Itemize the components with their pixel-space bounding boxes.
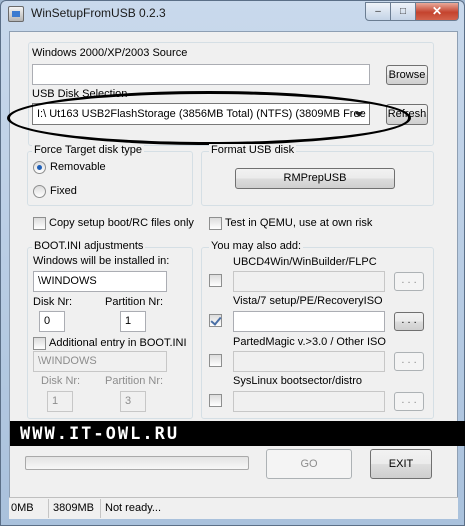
status-free: 3809MB bbox=[51, 499, 101, 518]
addon-syslinux-checkbox[interactable] bbox=[209, 394, 222, 407]
watermark-banner: WWW.IT-OWL.RU bbox=[10, 421, 465, 446]
copy-boot-checkbox[interactable] bbox=[33, 217, 46, 230]
format-label: Format USB disk bbox=[209, 144, 297, 156]
force-type-label: Force Target disk type bbox=[32, 144, 145, 156]
fixed-radio[interactable] bbox=[33, 185, 46, 198]
additional-entry-label: Additional entry in BOOT.INI bbox=[49, 337, 187, 349]
window-title: WinSetupFromUSB 0.2.3 bbox=[31, 6, 166, 20]
minimize-button[interactable]: – bbox=[365, 2, 391, 21]
status-total: 0MB bbox=[9, 499, 49, 518]
addon-syslinux-label: SysLinux bootsector/distro bbox=[233, 375, 363, 387]
addon-partedmagic-label: PartedMagic v.>3.0 / Other ISO bbox=[233, 336, 386, 348]
disk-nr-input[interactable]: 0 bbox=[39, 311, 65, 332]
usb-disk-selected: I:\ Ut163 USB2FlashStorage (3856MB Total… bbox=[37, 108, 366, 120]
app-icon bbox=[8, 6, 24, 22]
test-qemu-label: Test in QEMU, use at own risk bbox=[225, 217, 373, 229]
addon-partedmagic-browse-button[interactable]: . . . bbox=[394, 352, 424, 371]
copy-boot-label: Copy setup boot/RC files only bbox=[49, 217, 194, 229]
disk-nr-label: Disk Nr: bbox=[33, 296, 73, 308]
additional-entry-input[interactable]: \WINDOWS bbox=[33, 351, 167, 372]
addons-label: You may also add: bbox=[209, 240, 304, 252]
status-bar: 0MB 3809MB Not ready... bbox=[9, 497, 458, 519]
addon-ubcd-browse-button[interactable]: . . . bbox=[394, 272, 424, 291]
addon-vista-label: Vista/7 setup/PE/RecoveryISO bbox=[233, 295, 383, 307]
disk-nr-2-label: Disk Nr: bbox=[41, 375, 81, 387]
addon-syslinux-browse-button[interactable]: . . . bbox=[394, 392, 424, 411]
removable-radio[interactable] bbox=[33, 161, 46, 174]
progress-bar bbox=[25, 456, 249, 470]
partition-nr-label: Partition Nr: bbox=[105, 296, 164, 308]
addon-ubcd-input[interactable] bbox=[233, 271, 385, 292]
source-label: Windows 2000/XP/2003 Source bbox=[32, 47, 188, 59]
addon-partedmagic-checkbox[interactable] bbox=[209, 354, 222, 367]
partition-nr-2-label: Partition Nr: bbox=[105, 375, 164, 387]
addon-vista-browse-button[interactable]: . . . bbox=[394, 312, 424, 331]
exit-button[interactable]: EXIT bbox=[370, 449, 432, 479]
installed-in-input[interactable]: \WINDOWS bbox=[33, 271, 167, 292]
installed-in-label: Windows will be installed in: bbox=[33, 255, 170, 267]
addon-vista-input[interactable] bbox=[233, 311, 385, 332]
usb-disk-label: USB Disk Selection bbox=[32, 88, 128, 100]
rmprepusb-button[interactable]: RMPrepUSB bbox=[235, 168, 395, 189]
title-bar[interactable]: WinSetupFromUSB 0.2.3 – □ ✕ bbox=[1, 1, 464, 27]
partition-nr-input[interactable]: 1 bbox=[120, 311, 146, 332]
disk-nr-2-input[interactable]: 1 bbox=[47, 391, 73, 412]
bootini-label: BOOT.INI adjustments bbox=[32, 240, 146, 252]
go-button[interactable]: GO bbox=[266, 449, 352, 479]
browse-button[interactable]: Browse bbox=[386, 65, 428, 85]
usb-disk-select[interactable]: I:\ Ut163 USB2FlashStorage (3856MB Total… bbox=[32, 103, 370, 125]
status-message: Not ready... bbox=[105, 502, 162, 514]
maximize-button[interactable]: □ bbox=[390, 2, 416, 21]
close-button[interactable]: ✕ bbox=[415, 2, 459, 21]
force-type-group bbox=[27, 151, 193, 206]
partition-nr-2-input[interactable]: 3 bbox=[120, 391, 146, 412]
chevron-down-icon bbox=[355, 112, 363, 117]
source-path-input[interactable] bbox=[32, 64, 370, 85]
refresh-button[interactable]: Refresh bbox=[386, 104, 428, 125]
addon-ubcd-label: UBCD4Win/WinBuilder/FLPC bbox=[233, 256, 377, 268]
addon-ubcd-checkbox[interactable] bbox=[209, 274, 222, 287]
removable-label: Removable bbox=[50, 161, 106, 173]
test-qemu-checkbox[interactable] bbox=[209, 217, 222, 230]
additional-entry-checkbox[interactable] bbox=[33, 337, 46, 350]
addon-syslinux-input[interactable] bbox=[233, 391, 385, 412]
fixed-label: Fixed bbox=[50, 185, 77, 197]
addon-partedmagic-input[interactable] bbox=[233, 351, 385, 372]
addon-vista-checkbox[interactable] bbox=[209, 314, 222, 327]
app-window: WinSetupFromUSB 0.2.3 – □ ✕ Windows 2000… bbox=[0, 0, 465, 526]
